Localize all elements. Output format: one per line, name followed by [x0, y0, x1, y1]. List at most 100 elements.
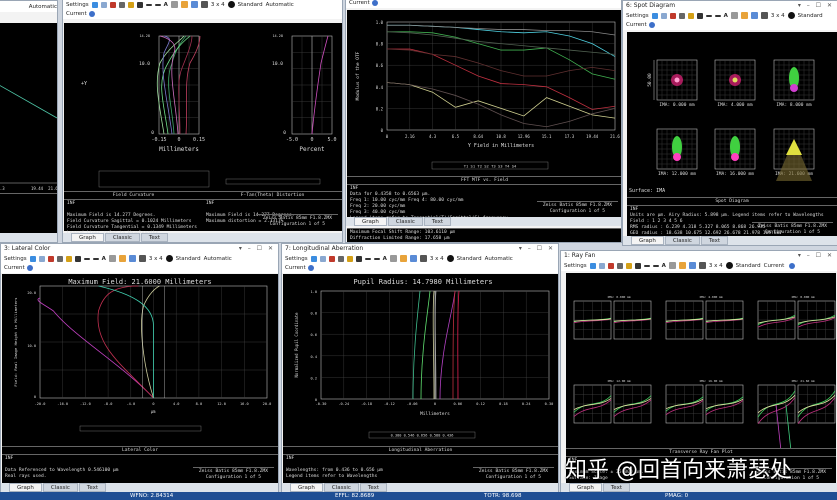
pencil-icon[interactable]	[687, 12, 694, 19]
rectangle-icon[interactable]	[74, 255, 81, 262]
pencil-icon[interactable]	[65, 255, 72, 262]
fit-icon[interactable]	[740, 12, 748, 19]
automatic-dropdown[interactable]: Automatic	[485, 256, 513, 262]
help-icon[interactable]	[648, 21, 655, 28]
line-icon[interactable]	[705, 14, 712, 17]
line-icon[interactable]	[364, 257, 371, 260]
save-icon[interactable]	[109, 1, 116, 8]
dash-icon[interactable]	[652, 264, 659, 267]
pencil-icon[interactable]	[346, 255, 353, 262]
layout-dropdown[interactable]: 3 x 4	[709, 263, 723, 269]
gear-icon[interactable]	[787, 12, 795, 19]
line-icon[interactable]	[145, 3, 152, 6]
print-icon[interactable]	[678, 12, 685, 19]
copy-icon[interactable]	[660, 12, 667, 19]
rectangle-icon[interactable]	[136, 1, 143, 8]
help-icon[interactable]	[307, 264, 314, 271]
tab-graph[interactable]: Graph	[631, 236, 664, 245]
refresh-icon[interactable]	[310, 255, 317, 262]
line-icon[interactable]	[83, 257, 90, 260]
layout-dropdown[interactable]: 3 x 4	[149, 256, 163, 262]
pencil-icon[interactable]	[625, 262, 632, 269]
current-dropdown[interactable]: Current	[285, 265, 306, 271]
text-tool-icon[interactable]: A	[662, 263, 666, 269]
window-controls[interactable]: ▾ – ☐ ✕	[798, 1, 837, 10]
refresh-icon[interactable]	[589, 262, 596, 269]
dash-icon[interactable]	[154, 3, 161, 6]
tab-text[interactable]: Text	[700, 236, 729, 245]
tab-classic[interactable]: Classic	[42, 483, 78, 492]
copy-icon[interactable]	[38, 255, 45, 262]
save-icon[interactable]	[47, 255, 54, 262]
camera-icon[interactable]	[200, 1, 208, 8]
save-icon[interactable]	[669, 12, 676, 19]
tab-graph[interactable]: Graph	[354, 217, 387, 226]
camera-icon[interactable]	[138, 255, 146, 262]
text-tool-icon[interactable]: A	[383, 256, 387, 262]
help-icon[interactable]	[88, 10, 95, 17]
print-icon[interactable]	[337, 255, 344, 262]
gear-icon[interactable]	[227, 1, 235, 8]
copy-icon[interactable]	[319, 255, 326, 262]
tab-text[interactable]: Text	[140, 233, 169, 242]
gear-icon[interactable]	[725, 262, 733, 269]
text-tool-icon[interactable]: A	[164, 2, 168, 8]
window-icon[interactable]	[688, 262, 696, 269]
standard-dropdown[interactable]: Standard	[798, 13, 823, 19]
tab-classic[interactable]: Classic	[664, 236, 700, 245]
standard-dropdown[interactable]: Standard	[176, 256, 201, 262]
layout-dropdown[interactable]: 3 x 4	[771, 13, 785, 19]
standard-dropdown[interactable]: Standard	[238, 2, 263, 8]
tab-graph[interactable]: Graph	[569, 483, 602, 492]
window-icon[interactable]	[128, 255, 136, 262]
lock-icon[interactable]	[108, 255, 116, 262]
fit-icon[interactable]	[118, 255, 126, 262]
tab-classic[interactable]: Classic	[387, 217, 423, 226]
tab-graph[interactable]: Graph	[9, 483, 42, 492]
current-dropdown[interactable]: Current	[764, 263, 785, 269]
tab-text[interactable]: Text	[359, 483, 388, 492]
automatic-dropdown[interactable]: Automatic	[204, 256, 232, 262]
layout-dropdown[interactable]: 3 x 4	[430, 256, 444, 262]
save-icon[interactable]	[607, 262, 614, 269]
lock-icon[interactable]	[389, 255, 397, 262]
settings-button[interactable]: Settings	[4, 256, 27, 262]
save-icon[interactable]	[328, 255, 335, 262]
help-icon[interactable]	[789, 262, 796, 269]
settings-button[interactable]: Settings	[285, 256, 308, 262]
standard-dropdown[interactable]: Standard	[736, 263, 761, 269]
tab-graph[interactable]: Graph	[290, 483, 323, 492]
layout-dropdown[interactable]: 3 x 4	[211, 2, 225, 8]
lock-icon[interactable]	[170, 1, 178, 8]
standard-dropdown[interactable]: Standard	[457, 256, 482, 262]
gear-icon[interactable]	[165, 255, 173, 262]
dash-icon[interactable]	[714, 14, 721, 17]
settings-button[interactable]: Settings	[626, 13, 649, 19]
print-icon[interactable]	[616, 262, 623, 269]
tab-text[interactable]: Text	[423, 217, 452, 226]
rectangle-icon[interactable]	[355, 255, 362, 262]
fit-icon[interactable]	[180, 1, 188, 8]
dash-icon[interactable]	[373, 257, 380, 260]
settings-button[interactable]: Settings	[66, 2, 89, 8]
line-icon[interactable]	[643, 264, 650, 267]
refresh-icon[interactable]	[651, 12, 658, 19]
settings-button[interactable]: Settings	[564, 263, 587, 269]
lock-icon[interactable]	[730, 12, 738, 19]
print-icon[interactable]	[56, 255, 63, 262]
tab-text[interactable]: Text	[602, 483, 630, 492]
current-dropdown[interactable]: Current	[626, 22, 647, 28]
window-controls[interactable]: ▾ – ☐ ✕	[519, 244, 558, 253]
camera-icon[interactable]	[760, 12, 768, 19]
tab-classic[interactable]: Classic	[104, 233, 140, 242]
tab-graph[interactable]: Graph	[71, 233, 104, 242]
current-dropdown[interactable]: Current	[4, 265, 25, 271]
window-icon[interactable]	[409, 255, 417, 262]
current-dropdown[interactable]: Current	[349, 0, 370, 6]
copy-icon[interactable]	[598, 262, 605, 269]
lock-icon[interactable]	[668, 262, 676, 269]
tab-classic[interactable]: Classic	[323, 483, 359, 492]
refresh-icon[interactable]	[91, 1, 98, 8]
window-controls[interactable]: ▾ – ☐ ✕	[798, 251, 837, 260]
automatic-dropdown[interactable]: Automatic	[29, 4, 57, 10]
